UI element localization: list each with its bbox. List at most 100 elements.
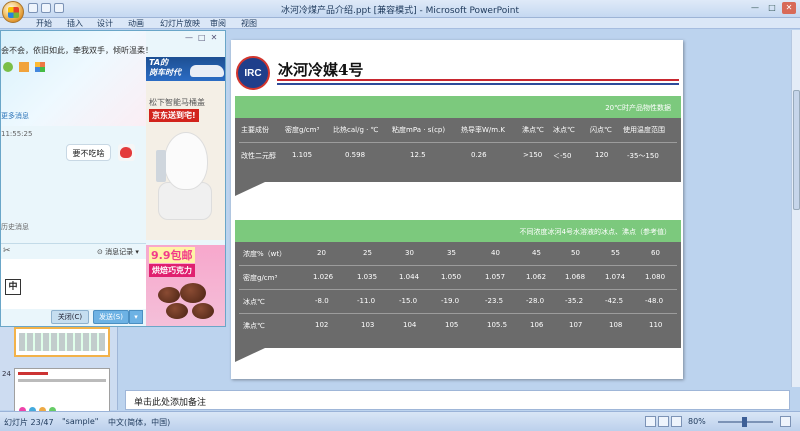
chocolate-image (166, 303, 188, 319)
table-cell: -28.0 (526, 297, 545, 305)
concentration-table[interactable]: 不同浓度冰河4号水溶液的冰点、沸点（参考值） 浓度%（wt） 20 25 30 … (235, 220, 681, 362)
thumbnail-table-graphic (19, 333, 105, 351)
ime-indicator[interactable]: 中 (5, 279, 21, 295)
chat-window-controls: — □ ✕ (185, 33, 217, 42)
table-cell: 55 (611, 249, 620, 257)
table-cell: -19.0 (441, 297, 460, 305)
table-cell: 110 (649, 321, 663, 329)
zoom-level[interactable]: 80% (688, 417, 706, 426)
slide-sorter-icon[interactable] (658, 416, 669, 427)
ad-banner-toilet-seat[interactable]: TA的 岗车时代 松下智能马桶盖 京东送到宅! (146, 57, 225, 240)
thumbnail-title-graphic (18, 372, 48, 375)
table-cell: 103 (361, 321, 375, 329)
table-cell: 1.035 (357, 273, 378, 281)
table-cell: 改性二元醇 (241, 152, 276, 160)
ad-promo-text: 松下智能马桶盖 (149, 98, 205, 107)
office-button[interactable] (2, 1, 24, 23)
tab-animation[interactable]: 动画 (128, 18, 144, 29)
slide[interactable]: IRC 冰河冷媒4号 20℃时产品物性数据 主要成份 密度g/cm³ 比热cal… (231, 40, 683, 379)
tab-insert[interactable]: 插入 (67, 18, 83, 29)
ad-banner-chocolate[interactable]: 9.9包邮 烘焙巧克力 (146, 245, 225, 326)
ribbon-tabs: 开始 插入 设计 动画 幻灯片放映 审阅 视图 (0, 18, 800, 29)
tab-view[interactable]: 视图 (241, 18, 257, 29)
tab-review[interactable]: 审阅 (210, 18, 226, 29)
office-logo-icon (8, 7, 19, 18)
fit-window-icon[interactable] (780, 416, 791, 427)
table-row-label: 浓度%（wt） (243, 250, 287, 258)
chat-toolbar (3, 62, 45, 72)
chat-close-button[interactable]: ✕ (211, 33, 218, 42)
table-cell: 60 (651, 249, 660, 257)
table-cell: 1.062 (526, 273, 547, 281)
avatar[interactable] (118, 144, 135, 161)
send-button[interactable]: 发送(S) (93, 310, 129, 324)
message-history-button[interactable]: ⊙ 消息记录 ▾ (97, 247, 139, 257)
table-cell: 1.044 (399, 273, 420, 281)
table-cell: 1.105 (292, 151, 313, 159)
file-icon[interactable] (19, 62, 29, 72)
table-cell: 45 (532, 249, 541, 257)
table-cell: 106 (530, 321, 544, 329)
table-caption-bar: 20℃时产品物性数据 (235, 96, 681, 118)
logo-text: IRC (244, 68, 262, 79)
normal-view-icon[interactable] (645, 416, 656, 427)
table-header-cell: 粘度mPa · s(cp) (392, 126, 446, 134)
input-toolbar: ✂ ⊙ 消息记录 ▾ (1, 243, 146, 259)
message-input[interactable] (1, 259, 146, 309)
video-icon[interactable] (3, 62, 13, 72)
tab-slideshow[interactable]: 幻灯片放映 (160, 18, 200, 29)
send-options-dropdown[interactable]: ▾ (129, 310, 143, 324)
table-cell: >150 (523, 151, 543, 159)
heart-avatar-icon (120, 147, 132, 158)
table-row: 浓度%（wt） 20 25 30 35 40 45 50 55 60 (235, 242, 681, 264)
more-messages-link[interactable]: 更多消息 (1, 111, 29, 121)
table-cell: 1.057 (485, 273, 506, 281)
table-cell: 108 (609, 321, 623, 329)
tab-design[interactable]: 设计 (97, 18, 113, 29)
table-cell: 105.5 (487, 321, 508, 329)
scrollbar-thumb[interactable] (793, 90, 800, 210)
table-cell: -15.0 (399, 297, 418, 305)
minimize-button[interactable]: — (748, 2, 762, 14)
slide-thumbnail[interactable] (14, 327, 110, 357)
chat-close-label-button[interactable]: 关闭(C) (51, 310, 89, 324)
table-cell: 50 (571, 249, 580, 257)
vertical-scrollbar[interactable] (791, 30, 800, 387)
close-button[interactable]: ✕ (782, 2, 796, 14)
properties-table[interactable]: 20℃时产品物性数据 主要成份 密度g/cm³ 比热cal/g · ℃ 粘度mP… (235, 96, 681, 196)
zoom-slider[interactable] (718, 417, 773, 427)
table-row-label: 沸点℃ (243, 322, 265, 330)
window-title: 冰河冷煤产品介绍.ppt [兼容模式] - Microsoft PowerPoi… (280, 6, 520, 16)
table-cell: 0.26 (471, 151, 487, 159)
maximize-button[interactable]: □ (765, 2, 779, 14)
table-cell: -48.0 (645, 297, 664, 305)
chat-minimize-button[interactable]: — (185, 33, 193, 42)
message-bubble: 要不吃啥 (66, 144, 111, 161)
table-cell: 105 (445, 321, 459, 329)
language-indicator[interactable]: 中文(简体，中国) (108, 417, 170, 428)
history-hint: 历史消息 (1, 223, 29, 231)
table-header-cell: 使用温度范围 (623, 126, 665, 134)
scissors-icon[interactable]: ✂ (3, 246, 11, 256)
table-cell: 12.5 (410, 151, 426, 159)
slideshow-icon[interactable] (671, 416, 682, 427)
table-row-label: 冰点℃ (243, 298, 265, 306)
title-bar: 冰河冷煤产品介绍.ppt [兼容模式] - Microsoft PowerPoi… (0, 0, 800, 18)
message-history-label: 消息记录 (105, 248, 134, 256)
chat-window[interactable]: 会不会，依旧如此，牵我双手，倾听温柔！ — □ ✕ 更多消息 11:55:25 … (0, 30, 226, 327)
table-header-cell: 闪点℃ (590, 126, 612, 134)
title-underline-blue (277, 83, 679, 85)
zoom-slider-knob[interactable] (742, 417, 747, 427)
chat-maximize-button[interactable]: □ (198, 33, 206, 42)
notes-pane[interactable]: 单击此处添加备注 (125, 390, 790, 410)
table-cell: 25 (363, 249, 372, 257)
slide-title[interactable]: 冰河冷媒4号 (278, 59, 363, 80)
table-cell: 30 (405, 249, 414, 257)
thumbnail-line-graphic (18, 379, 106, 382)
table-cell: -42.5 (605, 297, 624, 305)
apps-icon[interactable] (35, 62, 45, 72)
table-cell: ＜-50 (553, 152, 572, 160)
table-cell: 107 (569, 321, 583, 329)
table-cell: 120 (595, 151, 609, 159)
tab-home[interactable]: 开始 (36, 18, 52, 29)
